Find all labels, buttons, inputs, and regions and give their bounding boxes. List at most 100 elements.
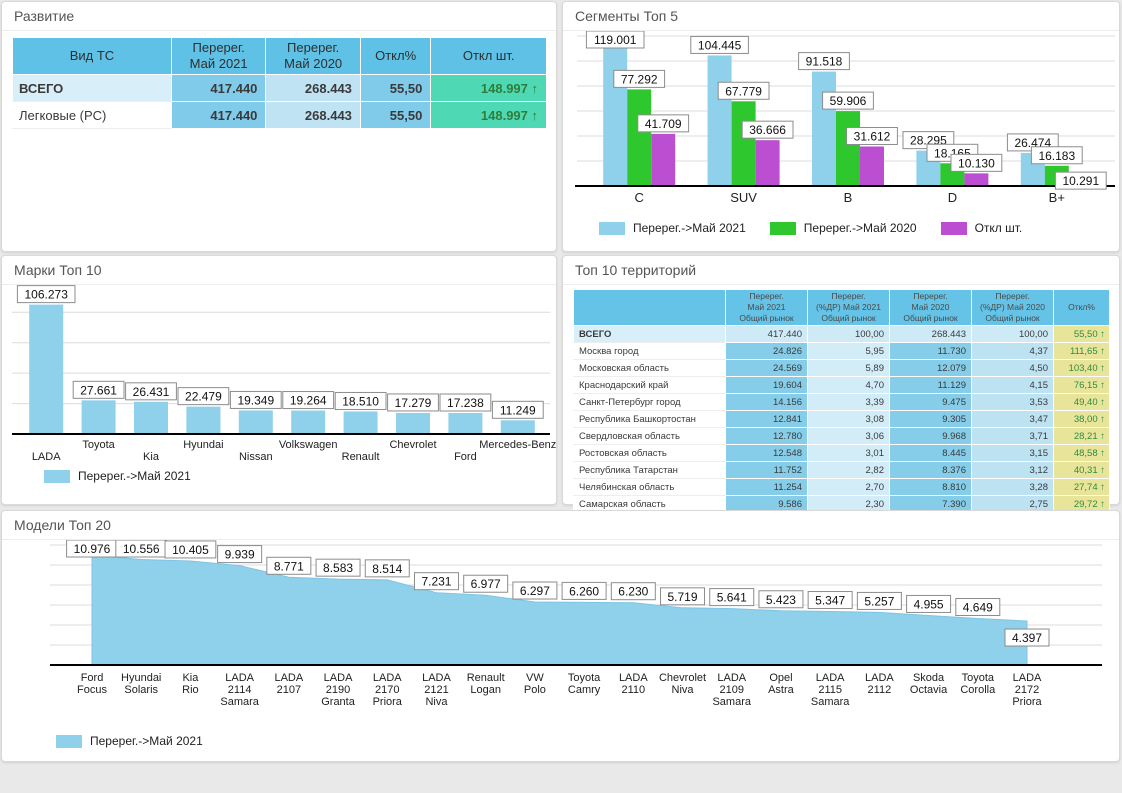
data-label: 59.906: [830, 94, 867, 108]
bar-LADA[interactable]: [29, 304, 64, 434]
data-label: 4.955: [914, 597, 944, 611]
bar-Volkswagen[interactable]: [291, 410, 326, 434]
x-tick-label: B: [844, 190, 853, 205]
legend-label: Перерег.->Май 2021: [90, 734, 203, 748]
x-tick-label: Renault Logan: [467, 672, 505, 696]
data-label: 18.510: [342, 394, 379, 408]
x-tick-label: SUV: [730, 190, 757, 205]
terr-cell: 3,53: [971, 393, 1054, 411]
bar-Перерег.->Май 2021-SUV[interactable]: [707, 55, 732, 186]
data-label: 8.771: [274, 559, 304, 573]
panel-title-segments: Сегменты Топ 5: [563, 2, 1119, 31]
terr-cell: 11.730: [889, 342, 972, 360]
dev-cell: 148.997 ↑: [430, 74, 547, 102]
terr-cell: Республика Башкортостан: [573, 410, 726, 428]
area-Перерег.->Май 2021[interactable]: [91, 554, 1028, 666]
x-tick-label: B+: [1049, 190, 1065, 205]
dev-col-header: Перерег. Май 2020: [265, 37, 361, 75]
terr-cell: 8.810: [889, 478, 972, 496]
data-label: 11.249: [500, 403, 536, 417]
legend-item[interactable]: Перерег.->Май 2020: [769, 221, 917, 235]
terr-cell: 24.826: [725, 342, 808, 360]
data-label: 31.612: [854, 129, 891, 143]
terr-cell: 9.968: [889, 427, 972, 445]
terr-cell: 14.156: [725, 393, 808, 411]
brands-legend: Перерег.->Май 2021: [44, 469, 556, 483]
terr-cell: 3,06: [807, 427, 890, 445]
bar-Перерег.->Май 2021-C[interactable]: [603, 37, 628, 186]
bar-Chevrolet[interactable]: [396, 412, 430, 434]
legend-item[interactable]: Перерег.->Май 2021: [599, 221, 746, 235]
terr-table-row[interactable]: Ростовская область 12.548 3,01 8.445 3,15 48,…: [573, 444, 1110, 462]
data-label: 16.183: [1038, 149, 1075, 163]
dev-cell: Легковые (PC): [12, 101, 172, 129]
terr-table-row[interactable]: Краснодарский край 19.604 4,70 11.129 4,15 76…: [573, 376, 1110, 394]
dev-cell: 417.440: [170, 101, 267, 129]
dev-col-header: Вид ТС: [12, 37, 172, 75]
development-table: Вид ТС Перерег. Май 2021 Перерег. Май 2020 От…: [12, 37, 547, 129]
x-tick-label: Kia Rio: [182, 672, 199, 696]
terr-table-row[interactable]: Москва город 24.826 5,95 11.730 4,37 111,65 ↑: [573, 342, 1110, 360]
terr-table-row[interactable]: Санкт-Петербург город 14.156 3,39 9.475 3,53…: [573, 393, 1110, 411]
terr-cell: 100,00: [971, 325, 1054, 343]
terr-cell: Москва город: [573, 342, 726, 360]
terr-table-row[interactable]: ВСЕГО 417.440 100,00 268.443 100,00 55,50 ↑: [573, 325, 1110, 343]
data-label: 5.423: [766, 593, 796, 607]
bar-Mercedes-Benz[interactable]: [500, 420, 535, 434]
data-label: 6.230: [618, 585, 648, 599]
x-tick-label: Toyota Corolla: [960, 672, 996, 696]
x-tick-label: LADA 2170 Priora: [373, 672, 403, 708]
terr-cell: 417.440: [725, 325, 808, 343]
terr-cell: 3,39: [807, 393, 890, 411]
terr-cell: 9.305: [889, 410, 972, 428]
terr-cell: 27,74 ↑: [1053, 478, 1110, 496]
bar-Nissan[interactable]: [238, 410, 273, 434]
terr-cell: 40,31 ↑: [1053, 461, 1110, 479]
bar-Ford[interactable]: [448, 413, 483, 434]
bar-Откл шт.-B[interactable]: [860, 146, 884, 186]
terr-table-row[interactable]: Челябинская область 11.254 2,70 8.810 3,28 27…: [573, 478, 1110, 496]
data-label: 5.257: [864, 594, 894, 608]
panel-title-models: Модели Топ 20: [2, 511, 1119, 540]
terr-table-row[interactable]: Республика Татарстан 11.752 2,82 8.376 3,12 4…: [573, 461, 1110, 479]
dev-cell: 148.997 ↑: [430, 101, 547, 129]
dev-table-row[interactable]: Легковые (PC) 417.440 268.443 55,50 148.997 …: [12, 101, 547, 129]
terr-table-row[interactable]: Свердловская область 12.780 3,06 9.968 3,71 2…: [573, 427, 1110, 445]
bar-Перерег.->Май 2021-B[interactable]: [812, 71, 836, 186]
data-label: 4.649: [963, 601, 993, 615]
terr-table-row[interactable]: Московская область 24.569 5,89 12.079 4,50 10…: [573, 359, 1110, 377]
bar-Kia[interactable]: [134, 401, 168, 434]
bar-Перерег.->Май 2020-B[interactable]: [836, 111, 860, 186]
terr-cell: 3,01: [807, 444, 890, 462]
bar-Toyota[interactable]: [81, 400, 116, 434]
terr-col-header: [573, 289, 726, 326]
x-tick-label: Opel Astra: [768, 672, 795, 696]
terr-cell: Краснодарский край: [573, 376, 726, 394]
terr-cell: 103,40 ↑: [1053, 359, 1110, 377]
data-label: 17.279: [395, 396, 432, 410]
bar-Откл шт.-C[interactable]: [651, 133, 676, 186]
brands-bar-chart: LADA Toyota Kia Hyundai Nissan Volkswagen Rena…: [12, 285, 556, 463]
bar-Перерег.->Май 2020-C[interactable]: [627, 89, 652, 186]
panel-brands: Марки Топ 10 LADA Toyota Kia Hyundai Nissan V…: [1, 255, 557, 505]
bar-Renault[interactable]: [343, 411, 378, 434]
bar-Перерег.->Май 2020-SUV[interactable]: [731, 101, 756, 186]
bar-Hyundai[interactable]: [186, 406, 221, 434]
legend-item[interactable]: Перерег.->Май 2021: [56, 734, 203, 748]
legend-item[interactable]: Откл шт.: [940, 221, 1022, 235]
terr-cell: 49,40 ↑: [1053, 393, 1110, 411]
terr-cell: 55,50 ↑: [1053, 325, 1110, 343]
data-label: 19.349: [237, 393, 274, 407]
terr-cell: 9.475: [889, 393, 972, 411]
bar-Откл шт.-SUV[interactable]: [755, 140, 780, 186]
x-tick-label: Chevrolet Niva: [659, 672, 706, 696]
terr-table-row[interactable]: Республика Башкортостан 12.841 3,08 9.305 3,…: [573, 410, 1110, 428]
dev-table-row[interactable]: ВСЕГО 417.440 268.443 55,50 148.997 ↑: [12, 74, 547, 102]
x-tick-label: Renault: [342, 451, 380, 463]
data-label: 91.518: [806, 55, 843, 69]
x-tick-label: C: [635, 190, 644, 205]
legend-item[interactable]: Перерег.->Май 2021: [44, 469, 191, 483]
bar-Откл шт.-D[interactable]: [964, 173, 989, 186]
data-label: 10.976: [74, 542, 111, 556]
terr-cell: Московская область: [573, 359, 726, 377]
